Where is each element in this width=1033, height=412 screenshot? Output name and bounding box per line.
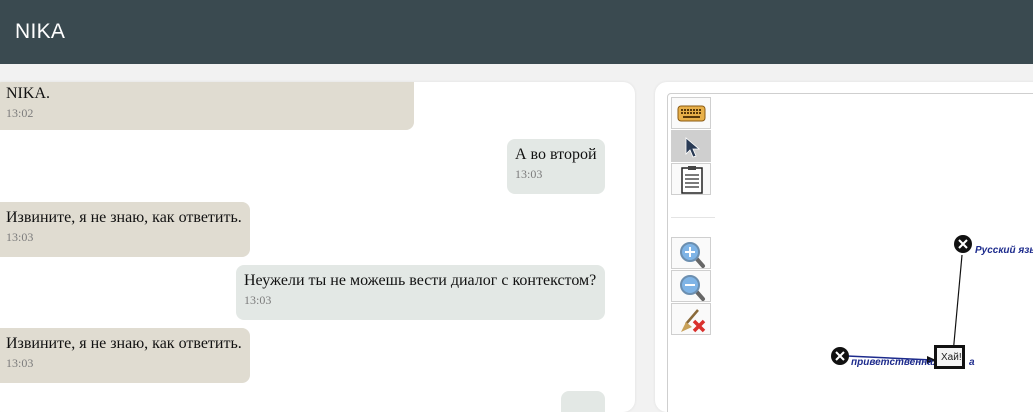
graph-node-box-label: Хай! [941, 352, 962, 363]
message-time: 13:03 [515, 167, 543, 181]
pointer-icon [685, 137, 701, 158]
zoom-out-button[interactable] [671, 270, 711, 302]
graph-node-greeting-tail: а [969, 357, 975, 368]
zoom-out-icon [680, 275, 705, 301]
node-remove-icon[interactable] [953, 234, 973, 254]
chat-message-user: Неужели ты не можешь вести диалог с конт… [236, 265, 605, 320]
message-time: 13:03 [244, 293, 272, 307]
keyboard-icon [677, 105, 706, 122]
chat-message-bot: Извините, я не знаю, как ответить. 13:03 [0, 328, 250, 383]
header-bar: NIKA [0, 0, 1033, 64]
zoom-in-icon [680, 242, 705, 268]
notepad-icon [681, 166, 703, 194]
graph-canvas[interactable]: Русский язы приветственная а Хай! [667, 93, 1033, 412]
chat-message-bot: NIKA. 13:02 [0, 82, 414, 130]
chat-message-bot: Извините, я не знаю, как ответить. 13:03 [0, 202, 250, 257]
zoom-in-button[interactable] [671, 237, 711, 269]
graph-panel: Русский язы приветственная а Хай! [655, 82, 1033, 412]
graph-node-box[interactable]: Хай! [934, 345, 965, 369]
message-time: 13:03 [6, 356, 34, 370]
keyboard-tool-button[interactable] [671, 97, 711, 129]
node-remove-icon[interactable] [830, 346, 850, 366]
chat-panel[interactable]: NIKA. 13:02 А во второй 13:03 Извините, … [0, 82, 635, 412]
message-text: А во второй [515, 146, 597, 163]
pointer-tool-button[interactable] [671, 130, 711, 162]
message-text: NIKA. [6, 85, 50, 102]
graph-edge [952, 254, 963, 355]
notepad-tool-button[interactable] [671, 163, 711, 195]
message-time: 13:02 [6, 106, 34, 120]
graph-node-greeting[interactable]: приветственная [851, 357, 939, 368]
message-text: Неужели ты не можешь вести диалог с конт… [244, 272, 597, 289]
clear-broom-icon [681, 309, 706, 333]
chat-message-user: А во второй 13:03 [507, 139, 605, 194]
graph-node-russian-language[interactable]: Русский язы [975, 245, 1033, 256]
chat-message-user [561, 391, 605, 412]
message-text: Извините, я не знаю, как ответить. [6, 335, 242, 352]
message-time: 13:03 [6, 230, 34, 244]
clear-button[interactable] [671, 303, 711, 335]
message-text: Извините, я не знаю, как ответить. [6, 209, 242, 226]
toolbar-separator [671, 217, 715, 218]
app-title[interactable]: NIKA [15, 20, 65, 44]
